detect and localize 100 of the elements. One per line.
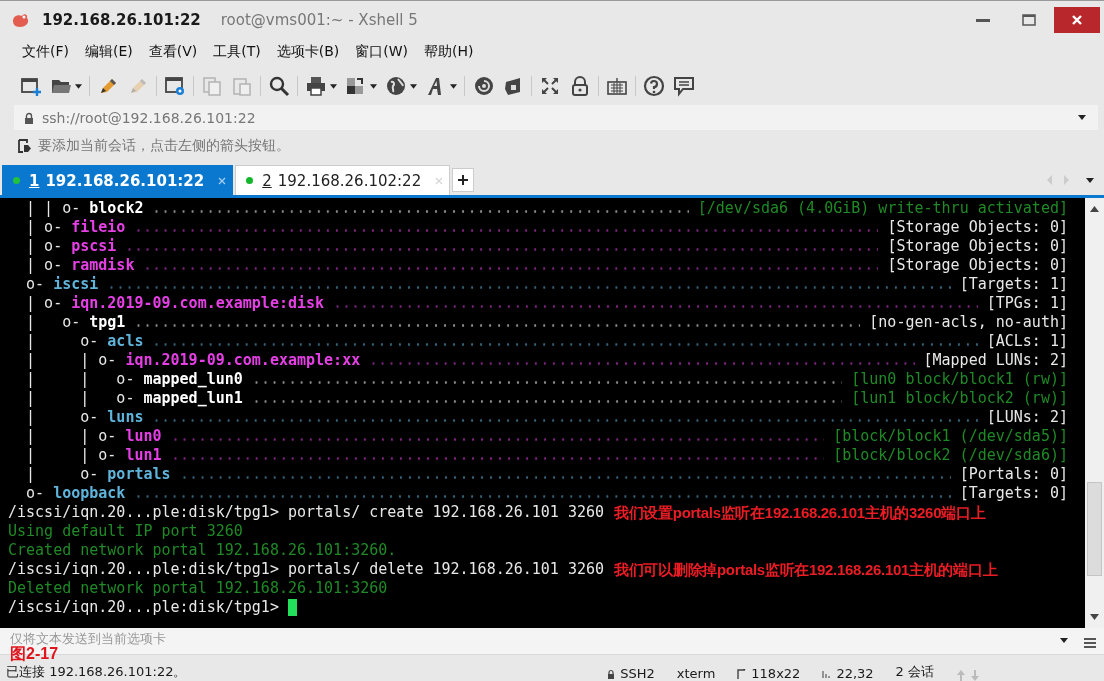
printer-icon [305,75,327,97]
tree-branch: | o- [25,408,100,427]
close-icon[interactable] [218,176,227,185]
tree-branch: | | o- [25,370,136,389]
tree-node-name: luns [107,408,144,427]
scrollbar[interactable] [1085,198,1104,628]
session-count: 2 会话 [895,663,934,681]
tree-branch: | o- [25,294,64,313]
window-subtitle: root@vms001:~ - Xshell 5 [220,11,419,29]
tree-node-name: lun0 [125,427,162,446]
tree-branch: o- [25,484,46,503]
speech-bubble-icon[interactable] [673,75,695,97]
node-info: [Targets: 1] [959,275,1068,294]
tree-node-name: acls [107,332,144,351]
node-info: [/dev/sda6 (4.0GiB) write-thru activated] [697,199,1068,218]
dropdown-caret-icon[interactable] [1060,638,1068,643]
node-info: [no-gen-acls, no-auth] [869,313,1068,332]
menu-item[interactable]: 文件(F) [14,43,77,61]
tree-branch: | | o- [25,389,136,408]
node-info: [lun0 block/block1 (rw)] [851,370,1068,389]
compose-field[interactable]: 仅将文本发送到当前选项卡 [0,630,1060,646]
window-gear-icon[interactable] [164,75,186,97]
arrow-icon[interactable] [18,139,32,153]
tab-menu-caret-icon[interactable] [1086,178,1094,183]
tree-branch: | o- [25,313,82,332]
tree-branch: | | o- [25,446,118,465]
tree-node-name: loopback [53,484,126,503]
dropdown-caret-icon[interactable] [1078,115,1086,120]
node-info: [TPGs: 1] [986,294,1068,313]
tree-node-name: lun1 [125,446,162,465]
tree-branch: | o- [25,465,100,484]
menu-item[interactable]: 窗口(W) [347,43,417,61]
tree-branch: o- [25,275,46,294]
session-tab[interactable]: 2 192.168.26.102:22 [235,165,451,195]
tree-branch: | | o- [25,199,82,218]
caret-icon [330,83,337,89]
command-output: Created network portal 192.168.26.101:3260. [8,541,397,560]
command-line: /iscsi/iqn.20...ple:disk/tpg1> portals/ delete 192.168.26.101 3260 [8,560,605,579]
lock-icon [24,111,34,124]
node-info: [block/block2 (/dev/sda6)] [833,446,1068,465]
tree-branch: | | o- [25,427,118,446]
scroll-up-icon[interactable] [1090,206,1099,212]
terminal-size: 118x22 [751,666,801,681]
menu-item[interactable]: 帮助(H) [416,43,482,61]
size-icon [737,668,748,679]
fullscreen-icon[interactable] [539,75,561,97]
plus-icon[interactable] [458,175,469,185]
minimize-icon[interactable] [976,18,990,22]
tree-node-name: iscsi [53,275,99,294]
annotation: 我们设置portals监听在192.168.26.101主机的3260端口上 [614,503,986,522]
keyboard-icon[interactable] [606,75,628,97]
tree-branch: | o- [25,218,64,237]
hint-text: 要添加当前会话，点击左侧的箭头按钮。 [38,137,290,155]
annotation: 我们可以删除掉portals监听在192.168.26.101主机的端口上 [614,560,998,579]
help-icon[interactable] [643,75,665,97]
globe-icon [385,75,407,97]
command-line: /iscsi/iqn.20...ple:disk/tpg1> portals/ create 192.168.26.101 3260 [8,503,605,522]
lock-icon[interactable] [569,75,591,97]
tree-node-name: tpg1 [89,313,126,332]
connection-status: 已连接 192.168.26.101:22。 [6,663,188,681]
command-line: /iscsi/iqn.20...ple:disk/tpg1> [8,598,280,617]
maximize-icon[interactable] [1022,14,1036,26]
cursor-position-icon [822,668,833,679]
tree-node-name: ramdisk [71,256,135,275]
spiral-icon[interactable] [472,75,494,97]
tree-node-name: pscsi [71,237,117,256]
scroll-down-icon[interactable] [1090,614,1099,620]
cursor-position: 22,32 [836,666,874,681]
new-window-icon[interactable] [20,75,42,97]
tree-branch: | | o- [25,351,118,370]
tree-node-name: fileio [71,218,126,237]
scrollbar-thumb[interactable] [1087,482,1102,576]
tree-node-name: mapped_lun0 [143,370,243,389]
menu-item[interactable]: 编辑(E) [77,43,141,61]
node-info: [block/block1 (/dev/sda5)] [833,427,1068,446]
node-info: [Portals: 0] [959,465,1068,484]
close-button[interactable] [1054,7,1100,33]
window-title: 192.168.26.101:22 [42,11,201,29]
menu-item[interactable]: 查看(V) [140,43,206,61]
menu-item[interactable]: 工具(T) [205,43,269,61]
tree-node-name: iqn.2019-09.com.example:xx [125,351,361,370]
node-info: [Storage Objects: 0] [887,237,1068,256]
address-field[interactable]: ssh://root@192.168.26.101:22 [42,109,1078,126]
terminal-type: xterm [676,666,716,681]
new-tab-button[interactable] [452,168,475,192]
command-output: Using default IP port 3260 [8,522,243,541]
menu-item[interactable]: 选项卡(B) [268,43,348,61]
caret-icon [370,83,377,89]
search-icon[interactable] [268,75,290,97]
node-info: [Storage Objects: 0] [887,218,1068,237]
address-bar[interactable]: ssh://root@192.168.26.101:22 [14,105,1098,130]
node-info: [ACLs: 1] [986,332,1068,351]
node-info: [Storage Objects: 0] [887,256,1068,275]
app-logo-icon [10,11,30,29]
node-info: [LUNs: 2] [986,408,1068,427]
tree-node-name: mapped_lun1 [143,389,243,408]
node-info: [Targets: 0] [959,484,1068,503]
caret-icon [410,83,417,89]
session-tab[interactable]: 1 192.168.26.101:22 [2,165,234,195]
menu-icon[interactable] [1084,638,1096,648]
